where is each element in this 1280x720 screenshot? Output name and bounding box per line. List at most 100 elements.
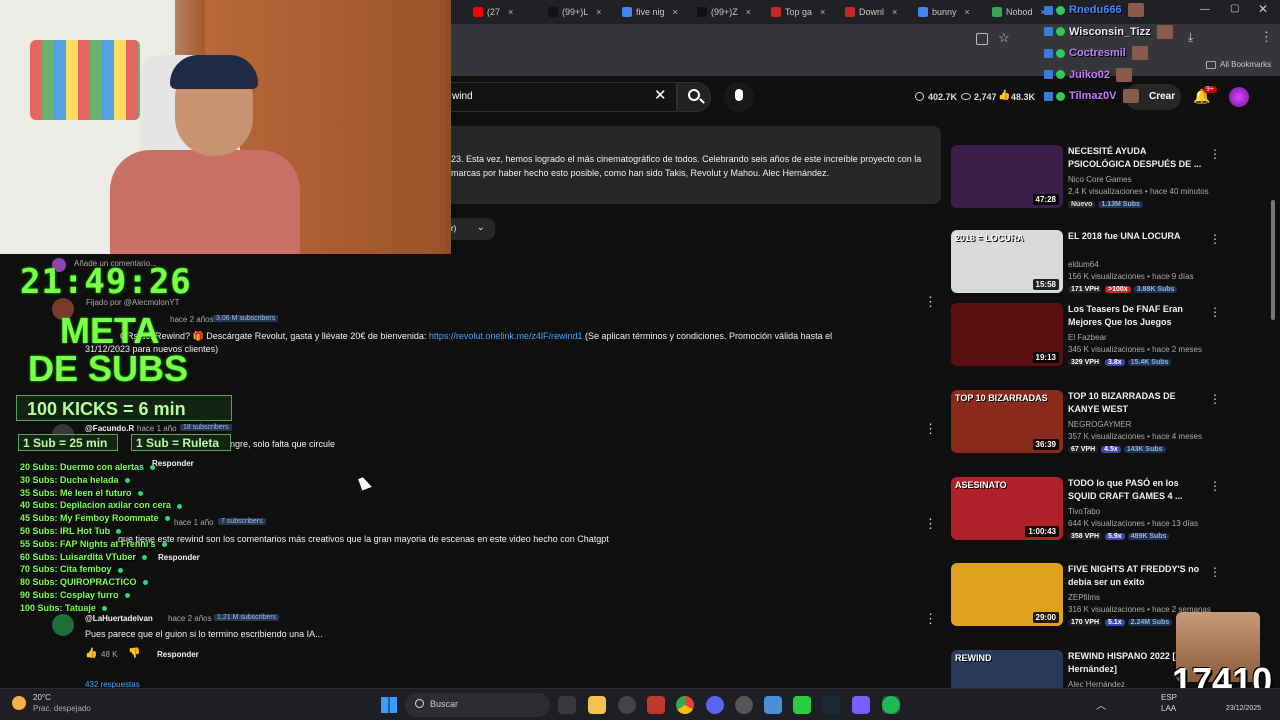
comment-4-text: Pues parece que el guion si lo termino e…	[85, 629, 323, 639]
video-title[interactable]: TOP 10 BIZARRADAS DE KANYE WEST	[1068, 390, 1208, 416]
video-more-icon[interactable]: ⋮	[1209, 305, 1221, 319]
recommendation-item[interactable]: 47:28 NECESITÉ AYUDA PSICOLÓGICA DESPUÉS …	[951, 145, 1241, 211]
window-close-icon[interactable]: ✕	[1258, 2, 1268, 16]
video-thumbnail[interactable]: 19:13	[951, 303, 1063, 366]
lang-indicator[interactable]: ESP	[1161, 693, 1177, 702]
video-title[interactable]: TODO lo que PASÓ en los SQUID CRAFT GAME…	[1068, 477, 1208, 503]
video-more-icon[interactable]: ⋮	[1209, 147, 1221, 161]
comment-3-reply[interactable]: Responder	[158, 553, 200, 562]
bookmark-star-icon[interactable]: ☆	[998, 30, 1010, 46]
tray-chevron-icon[interactable]: ︿	[1096, 697, 1106, 712]
window-maximize-icon[interactable]: ▢	[1230, 3, 1239, 14]
video-thumbnail[interactable]: ASESINATO 1:00:43	[951, 477, 1063, 540]
purple-app-icon[interactable]	[852, 696, 870, 714]
account-avatar[interactable]	[1229, 87, 1249, 107]
comment-4-reply[interactable]: Responder	[157, 650, 199, 659]
sidebar-scrollbar[interactable]	[1271, 200, 1275, 320]
tab-close-icon[interactable]: ×	[508, 7, 513, 17]
green-app-icon[interactable]	[793, 696, 811, 714]
browser-tab[interactable]: Top ga ×	[771, 2, 841, 22]
tab-label: (27	[487, 7, 501, 17]
recommendation-item[interactable]: 19:13 Los Teasers De FNAF Eran Mejores Qu…	[951, 303, 1241, 369]
extension-icon[interactable]	[976, 33, 988, 45]
dislike-icon[interactable]: 👎	[128, 648, 140, 659]
video-duration: 15:58	[1032, 279, 1059, 290]
file-explorer-icon[interactable]	[558, 696, 576, 714]
channel-name[interactable]: NEGROGAYMER	[1068, 420, 1131, 429]
video-thumbnail[interactable]: 2018 = LOCURA 15:58	[951, 230, 1063, 293]
obs-icon[interactable]	[618, 696, 636, 714]
video-title[interactable]: FIVE NIGHTS AT FREDDY'S no debía ser un …	[1068, 563, 1208, 589]
search-input[interactable]: wind	[452, 91, 473, 102]
sort-dropdown[interactable]: r) ⌄	[451, 218, 495, 240]
video-more-icon[interactable]: ⋮	[1209, 479, 1221, 493]
browser-tab[interactable]: (99+)Z ×	[697, 2, 767, 22]
comment-1-link[interactable]: https://revolut.onelink.me/z4lF/rewind1	[429, 331, 583, 341]
video-more-icon[interactable]: ⋮	[1209, 565, 1221, 579]
taskbar-search[interactable]: Buscar	[405, 693, 550, 717]
download-icon[interactable]: ⤓	[1188, 30, 1193, 45]
browser-tab[interactable]: (99+)L ×	[548, 2, 618, 22]
chrome-icon[interactable]	[676, 696, 694, 714]
video-title[interactable]: NECESITÉ AYUDA PSICOLÓGICA DESPUÉS DE ..…	[1068, 145, 1208, 171]
windows-start-icon[interactable]	[381, 697, 397, 713]
browser-tab[interactable]: five nig ×	[622, 2, 692, 22]
recommendation-item[interactable]: 2018 = LOCURA 15:58 EL 2018 fue UNA LOCURA…	[951, 230, 1241, 296]
comment-2-user[interactable]: @Facundo.R	[85, 424, 134, 433]
steam-icon[interactable]	[822, 696, 840, 714]
voice-search-button[interactable]	[724, 82, 754, 112]
comment-4-more-icon[interactable]: ⋮	[924, 611, 937, 627]
app-icon-7[interactable]	[735, 696, 753, 714]
multiplier-pill: 3.8x	[1105, 359, 1125, 366]
comment-3-more-icon[interactable]: ⋮	[924, 516, 937, 532]
channel-name[interactable]: ZEPfilms	[1068, 593, 1100, 602]
comment-4-user[interactable]: @LaHuertadelvan	[85, 614, 153, 623]
weather-desc[interactable]: Prac. despejado	[33, 704, 91, 713]
all-bookmarks[interactable]: All Bookmarks	[1220, 60, 1271, 69]
discord-icon[interactable]	[706, 696, 724, 714]
sort-label: r)	[451, 224, 457, 233]
chat-badge-icon	[1044, 5, 1053, 15]
channel-name[interactable]: TivoTabo	[1068, 507, 1100, 516]
search-box[interactable]	[451, 82, 677, 112]
video-more-icon[interactable]: ⋮	[1209, 392, 1221, 406]
video-title[interactable]: EL 2018 fue UNA LOCURA	[1068, 230, 1208, 243]
recommendation-item[interactable]: ASESINATO 1:00:43 TODO lo que PASÓ en los …	[951, 477, 1241, 543]
spotify-icon[interactable]	[882, 696, 900, 714]
like-icon[interactable]: 👍	[85, 648, 97, 659]
channel-name[interactable]: eldum64	[1068, 260, 1099, 269]
browser-tab[interactable]: bunny ×	[918, 2, 988, 22]
search-button[interactable]	[677, 82, 711, 112]
lang-indicator-2[interactable]: LAA	[1161, 704, 1176, 713]
comment-1-more-icon[interactable]: ⋮	[924, 294, 937, 310]
channel-name[interactable]: Nico Core Games	[1068, 175, 1132, 184]
sub-goal-item: 35 Subs: Me leen el futuro	[20, 488, 143, 498]
document-icon[interactable]	[764, 696, 782, 714]
folder-app-icon[interactable]	[588, 696, 606, 714]
video-thumbnail[interactable]: 29:00	[951, 563, 1063, 626]
tab-close-icon[interactable]: ×	[820, 7, 825, 17]
taskbar-date[interactable]: 23/12/2025	[1226, 705, 1261, 712]
comment-2-reply[interactable]: Responder	[152, 459, 194, 468]
browser-tab[interactable]: Downl ×	[845, 2, 915, 22]
recommendation-item[interactable]: TOP 10 BIZARRADAS 36:39 TOP 10 BIZARRADAS …	[951, 390, 1241, 456]
clear-search-icon[interactable]: ✕	[654, 86, 667, 104]
tab-close-icon[interactable]: ×	[892, 7, 897, 17]
comment-2-more-icon[interactable]: ⋮	[924, 421, 937, 437]
red-app-icon[interactable]	[647, 696, 665, 714]
video-title[interactable]: Los Teasers De FNAF Eran Mejores Que los…	[1068, 303, 1208, 329]
mouse-cursor-icon	[358, 475, 372, 491]
tab-close-icon[interactable]: ×	[746, 7, 751, 17]
tab-close-icon[interactable]: ×	[596, 7, 601, 17]
video-more-icon[interactable]: ⋮	[1209, 232, 1221, 246]
window-minimize-icon[interactable]: —	[1200, 4, 1210, 15]
video-thumbnail[interactable]: TOP 10 BIZARRADAS 36:39	[951, 390, 1063, 453]
comment-4-age: hace 2 años	[168, 614, 212, 623]
menu-icon[interactable]: ⋮	[1260, 29, 1273, 45]
video-thumbnail[interactable]: 47:28	[951, 145, 1063, 208]
tab-close-icon[interactable]: ×	[965, 7, 970, 17]
tab-close-icon[interactable]: ×	[673, 7, 678, 17]
channel-name[interactable]: El Fazbear	[1068, 333, 1107, 342]
weather-temp[interactable]: 20°C	[33, 693, 51, 702]
browser-tab[interactable]: (27 ×	[473, 2, 543, 22]
